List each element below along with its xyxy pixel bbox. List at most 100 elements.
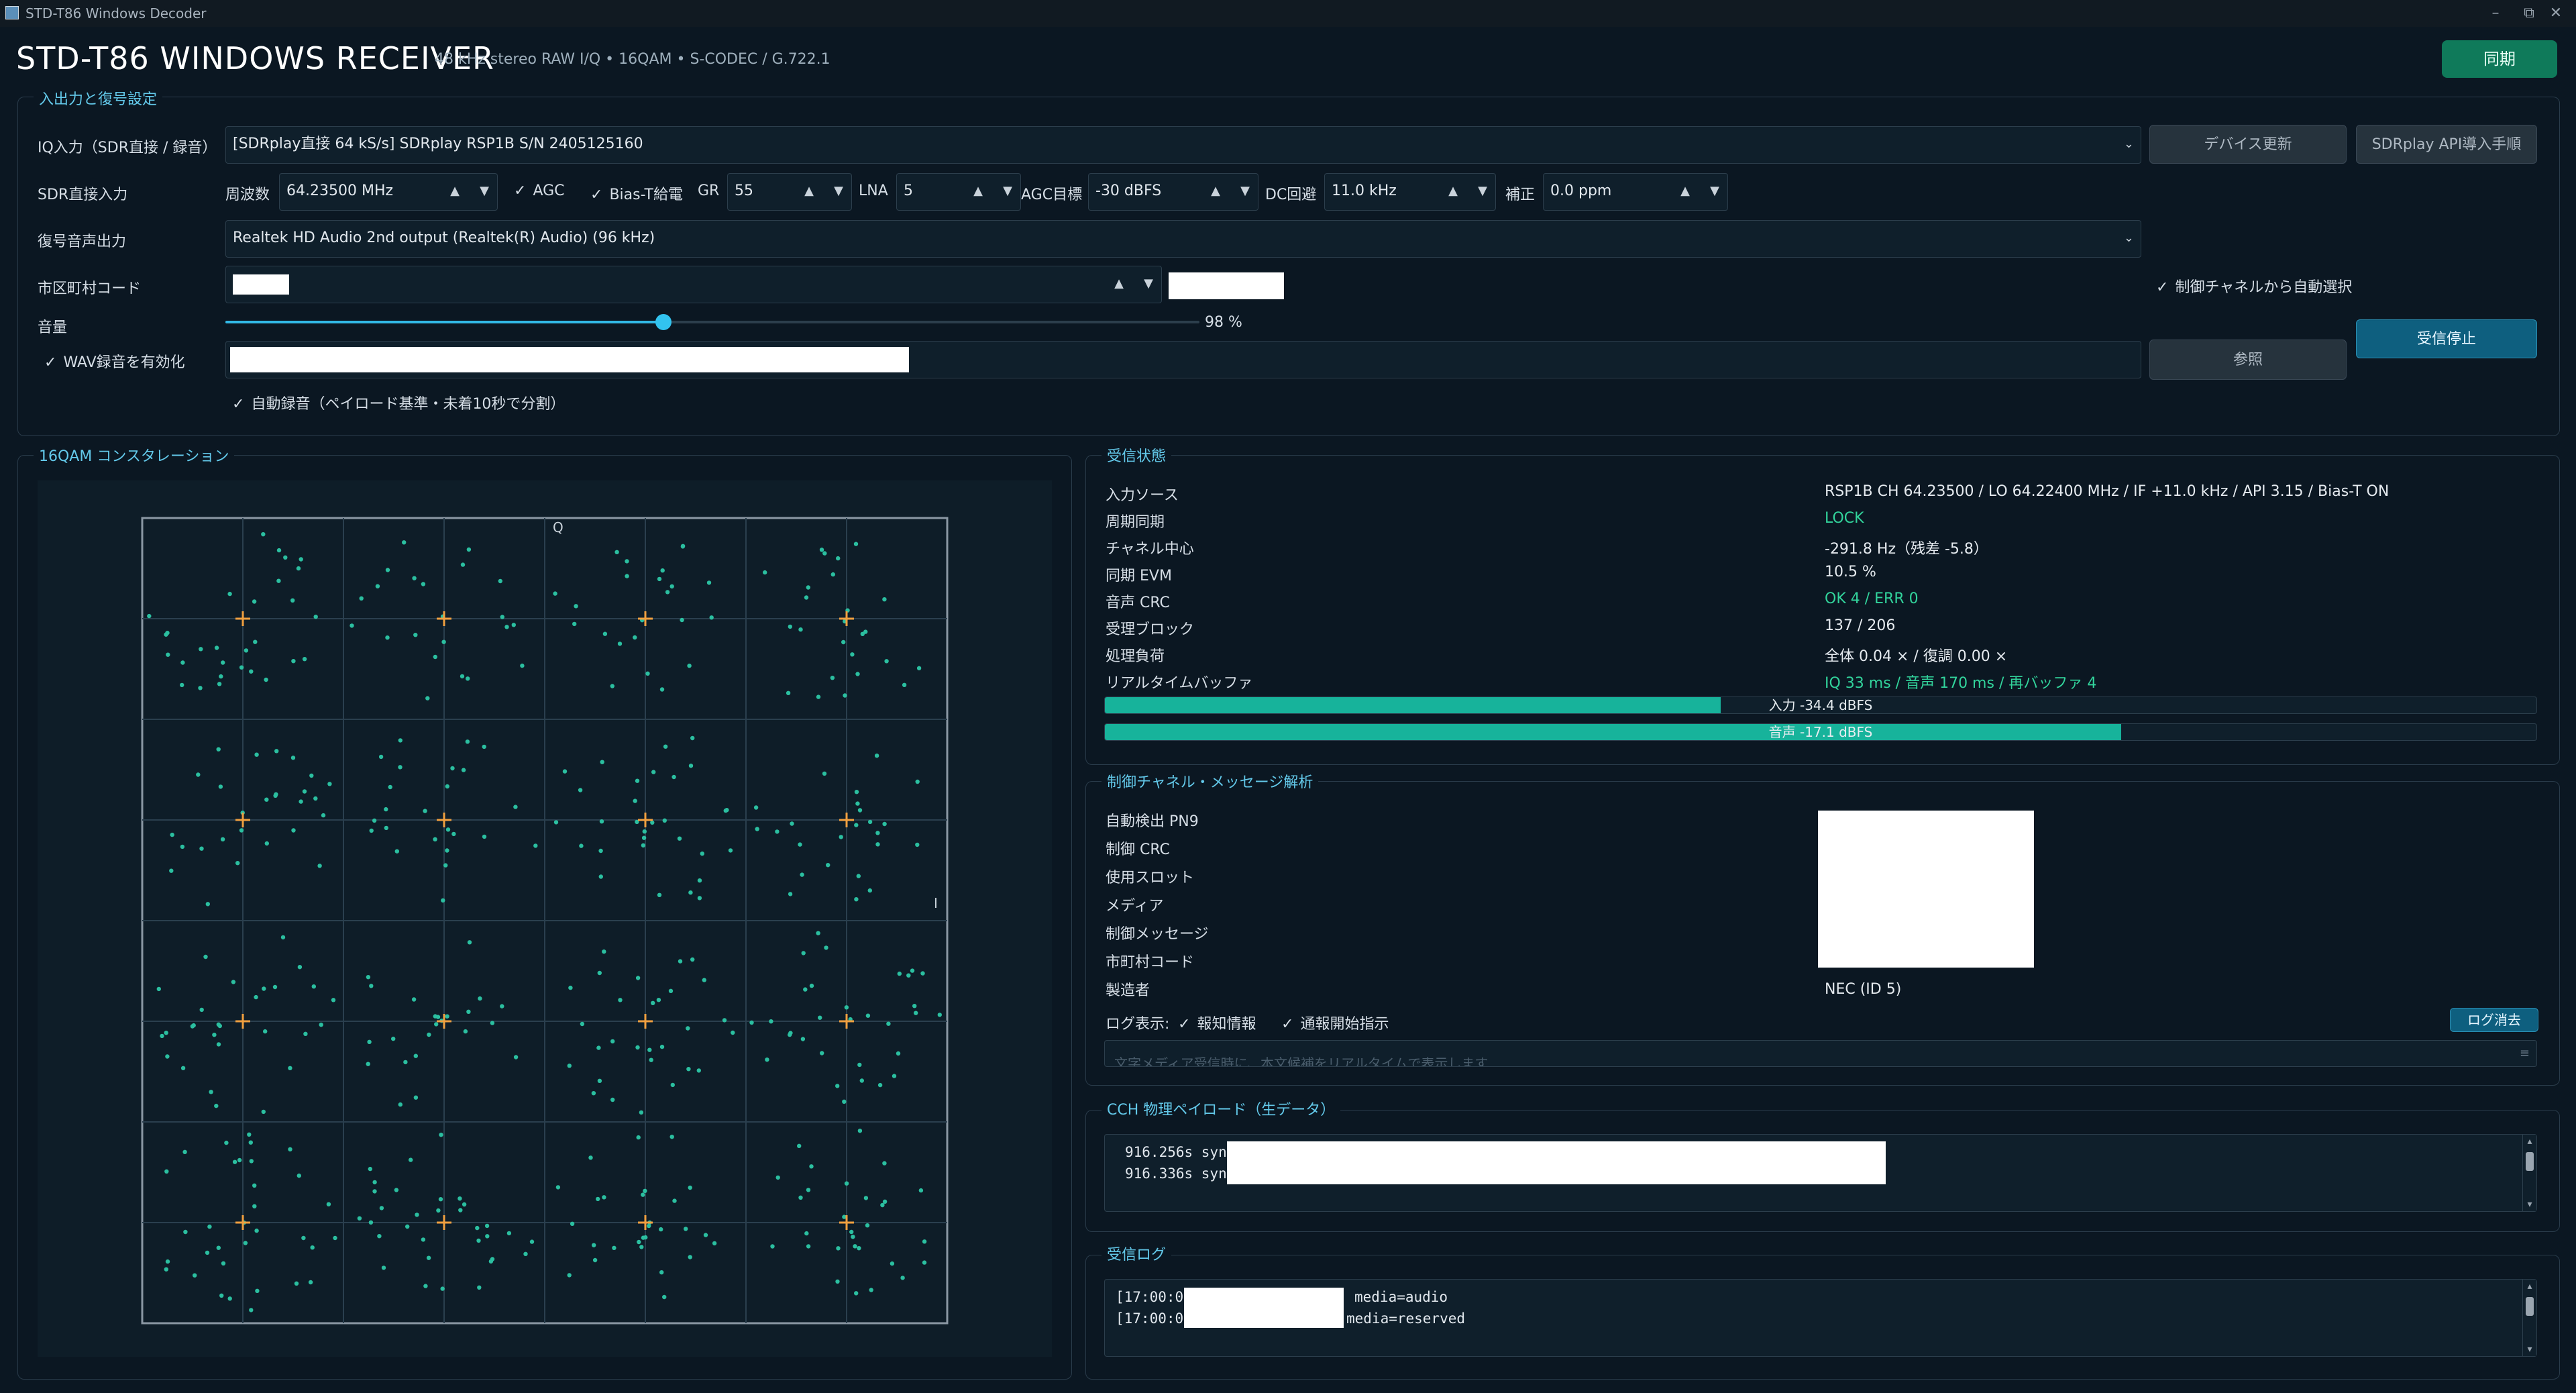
sample-dot [310, 1245, 315, 1250]
sample-dot [433, 837, 437, 841]
sample-dot [662, 1294, 667, 1300]
clear-log-button[interactable]: ログ消去 [2450, 1008, 2538, 1032]
bias-t-checkbox[interactable]: ✓ Bias-T給電 [590, 183, 683, 204]
sync-button[interactable]: 同期 [2442, 40, 2557, 78]
spin-up-icon[interactable]: ▲ [973, 174, 983, 209]
gr-spinbox[interactable]: 55 ▲ ▼ [727, 173, 852, 211]
wav-enable-checkbox[interactable]: ✓ WAV録音を有効化 [44, 350, 185, 372]
message-display[interactable]: 文字メディア受信時に、本文候補をリアルタイムで表示します ≡ [1104, 1040, 2537, 1067]
sample-dot [180, 682, 184, 688]
sample-dot [914, 1011, 918, 1015]
sample-dot [897, 971, 902, 976]
spin-up-icon[interactable]: ▲ [450, 174, 460, 209]
io-settings-legend: 入出力と復号設定 [34, 87, 163, 109]
spin-up-icon[interactable]: ▲ [804, 174, 814, 209]
sample-dot [801, 951, 806, 956]
sample-dot [731, 1030, 735, 1035]
sample-dot [262, 986, 266, 991]
sample-dot [385, 635, 390, 640]
dc-avoid-spinbox[interactable]: 11.0 kHz ▲ ▼ [1324, 173, 1496, 211]
spin-up-icon[interactable]: ▲ [1680, 174, 1690, 209]
scroll-down-icon[interactable]: ▾ [2524, 1199, 2535, 1210]
sample-dot [500, 1004, 504, 1009]
sample-dot [333, 1235, 337, 1241]
sample-dot [617, 641, 623, 646]
spin-down-icon[interactable]: ▼ [1478, 174, 1487, 209]
sample-dot [219, 1293, 224, 1298]
sample-dot [170, 832, 174, 837]
refresh-devices-button[interactable]: デバイス更新 [2149, 125, 2347, 164]
iq-input-label: IQ入力（SDR直接 / 録音） [38, 140, 217, 156]
volume-slider[interactable] [225, 314, 1199, 330]
sample-dot [859, 1078, 865, 1083]
scroll-thumb[interactable] [2526, 1297, 2534, 1316]
sample-dot [409, 1157, 413, 1162]
sample-dot [302, 657, 307, 662]
spin-down-icon[interactable]: ▼ [1240, 174, 1250, 209]
sample-dot [460, 562, 466, 567]
scroll-up-icon[interactable]: ▴ [2524, 1136, 2535, 1147]
scroll-thumb[interactable] [2526, 1152, 2534, 1171]
sample-dot [249, 1308, 254, 1312]
volume-handle[interactable] [655, 314, 672, 330]
sample-dot [221, 1261, 226, 1266]
sample-dot [819, 548, 824, 552]
sample-dot [854, 823, 859, 827]
sample-dot [301, 1235, 306, 1241]
sample-dot [849, 1229, 854, 1235]
sdrplay-api-guide-button[interactable]: SDRplay API導入手順 [2356, 125, 2537, 164]
auto-record-checkbox[interactable]: ✓ 自動録音（ペイロード基準・未着10秒で分割） [232, 392, 565, 413]
auto-select-checkbox[interactable]: ✓ 制御チャネルから自動選択 [2156, 275, 2352, 297]
sample-dot [180, 844, 185, 849]
close-button[interactable]: ✕ [2536, 1, 2576, 25]
control-channel-legend: 制御チャネル・メッセージ解析 [1102, 770, 1319, 792]
sample-dot [830, 572, 836, 577]
spin-up-icon[interactable]: ▲ [1114, 266, 1124, 301]
spin-down-icon[interactable]: ▼ [1144, 266, 1153, 301]
cch-payload-log[interactable]: 916.256s sync= 916.336s sync= ▴ ▾ [1104, 1134, 2537, 1212]
cch-scrollbar[interactable]: ▴ ▾ [2522, 1135, 2536, 1211]
scroll-up-icon[interactable]: ▴ [2524, 1281, 2535, 1292]
iq-input-select[interactable]: [SDRplay直接 64 kS/s] SDRplay RSP1B S/N 24… [225, 126, 2141, 164]
audio-output-select[interactable]: Realtek HD Audio 2nd output (Realtek(R) … [225, 220, 2141, 258]
sample-dot [199, 647, 203, 652]
stop-reception-button[interactable]: 受信停止 [2356, 319, 2537, 358]
sample-dot [466, 1009, 471, 1014]
municipality-spinbox[interactable]: ▲ ▼ [225, 266, 1162, 303]
spin-up-icon[interactable]: ▲ [1448, 174, 1458, 209]
sample-dot [458, 1208, 463, 1213]
notice-checkbox[interactable]: ✓ 報知情報 [1178, 1012, 1256, 1033]
sample-dot [309, 773, 314, 778]
lna-spinbox[interactable]: 5 ▲ ▼ [896, 173, 1021, 211]
sample-dot [490, 1021, 495, 1025]
correction-spinbox[interactable]: 0.0 ppm ▲ ▼ [1543, 173, 1728, 211]
sample-dot [869, 1288, 873, 1292]
sample-dot [317, 864, 322, 868]
spin-down-icon[interactable]: ▼ [480, 174, 489, 209]
sample-dot [425, 696, 430, 701]
sample-dot [513, 1055, 519, 1060]
spin-down-icon[interactable]: ▼ [1003, 174, 1012, 209]
spin-up-icon[interactable]: ▲ [1211, 174, 1220, 209]
check-icon: ✓ [2156, 279, 2169, 296]
agc-target-spinbox[interactable]: -30 dBFS ▲ ▼ [1088, 173, 1258, 211]
gr-value: 55 [735, 183, 753, 199]
spin-down-icon[interactable]: ▼ [834, 174, 843, 209]
sample-dot [232, 1159, 237, 1164]
sample-dot [684, 1227, 688, 1231]
receive-log-scrollbar[interactable]: ▴ ▾ [2522, 1280, 2536, 1356]
browse-button[interactable]: 参照 [2149, 340, 2347, 380]
sample-dot [303, 1031, 308, 1036]
sample-dot [243, 1241, 248, 1245]
receive-log[interactable]: [17:00:07] media=audio [17:00:08] media=… [1104, 1279, 2537, 1357]
spin-down-icon[interactable]: ▼ [1710, 174, 1719, 209]
broadcast-start-checkbox[interactable]: ✓ 通報開始指示 [1281, 1012, 1389, 1033]
sample-dot [219, 674, 223, 679]
sample-dot [438, 1197, 443, 1202]
wav-path-input[interactable] [225, 341, 2141, 378]
sample-dot [207, 1224, 212, 1229]
frequency-spinbox[interactable]: 64.23500 MHz ▲ ▼ [279, 173, 498, 211]
sample-dot [377, 1234, 382, 1239]
agc-checkbox[interactable]: ✓ AGC [514, 183, 565, 199]
scroll-down-icon[interactable]: ▾ [2524, 1344, 2535, 1355]
